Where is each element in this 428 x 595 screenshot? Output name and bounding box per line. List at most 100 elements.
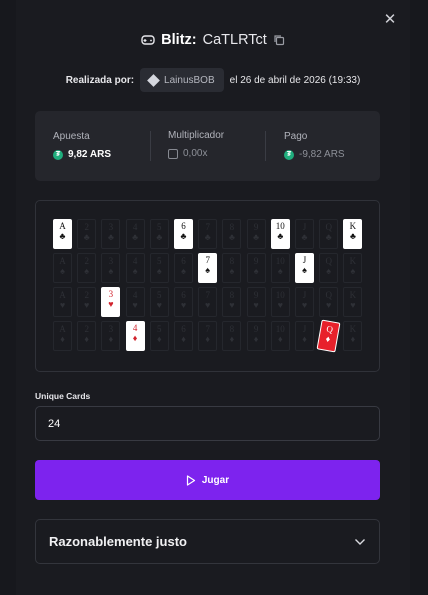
card-suit-icon: ♥ bbox=[326, 300, 332, 310]
card-suit-icon: ♠ bbox=[302, 265, 307, 275]
game-name: Blitz: bbox=[161, 32, 197, 48]
bet-meta: Realizada por: LainusBOB el 26 de abril … bbox=[16, 68, 410, 92]
chevron-down-icon bbox=[355, 538, 365, 545]
play-button-label: Jugar bbox=[201, 474, 230, 486]
card-slot: 5 ♣ bbox=[149, 219, 169, 249]
card-suit-icon: ♦ bbox=[325, 333, 332, 345]
card-suit-icon: ♣ bbox=[301, 232, 308, 242]
card-slot: Q ♥ bbox=[319, 287, 339, 317]
card-slot: 3 ♦ bbox=[101, 321, 121, 351]
card-suit-icon: ♣ bbox=[132, 232, 139, 242]
user-pill[interactable]: LainusBOB bbox=[140, 68, 224, 92]
card-slot: 5 ♦ bbox=[149, 321, 169, 351]
card-suit-icon: ♦ bbox=[302, 334, 307, 344]
card-suit-icon: ♥ bbox=[108, 299, 114, 309]
card-suit-icon: ♣ bbox=[325, 232, 332, 242]
card-suit-icon: ♠ bbox=[253, 266, 259, 276]
username: LainusBOB bbox=[164, 74, 215, 86]
played-by-label: Realizada por: bbox=[65, 74, 135, 86]
card-suit-icon: ♣ bbox=[83, 232, 90, 242]
card-suit-icon: ♥ bbox=[350, 300, 356, 310]
card-suit-icon: ♥ bbox=[277, 300, 283, 310]
gamepad-icon bbox=[141, 35, 155, 45]
card-slot: 7 ♦ bbox=[198, 321, 218, 351]
card-slot: 6 ♥ bbox=[174, 287, 193, 317]
card-suit-icon: ♠ bbox=[277, 266, 283, 276]
card-slot: 6 ♦ bbox=[174, 321, 193, 351]
card-slot: 5 ♥ bbox=[149, 287, 169, 317]
card-slot: 2 ♦ bbox=[77, 321, 97, 351]
card-slot: A ♠ bbox=[53, 253, 72, 283]
card-slot: J ♣ bbox=[295, 219, 314, 249]
card-suit-icon: ♣ bbox=[253, 232, 260, 242]
card-slot: J ♥ bbox=[295, 287, 314, 317]
fairness-accordion[interactable]: Razonablemente justo bbox=[35, 519, 380, 564]
card-slot: K ♦ bbox=[343, 321, 363, 351]
card-slot: K ♥ bbox=[343, 287, 363, 317]
card-suit-icon: ♥ bbox=[253, 300, 259, 310]
card-slot: 9 ♣ bbox=[246, 219, 266, 249]
card-slot: 4 ♥ bbox=[125, 287, 145, 317]
card-slot: 5 ♠ bbox=[149, 253, 169, 283]
card-suit-icon: ♥ bbox=[205, 300, 211, 310]
card-suit-icon: ♦ bbox=[253, 334, 259, 344]
tether-icon: ₮ bbox=[53, 149, 63, 160]
card-suit-icon: ♣ bbox=[277, 231, 284, 241]
card-suit-icon: ♣ bbox=[156, 232, 163, 242]
card-suit-icon: ♣ bbox=[349, 231, 356, 241]
card-slot: 4 ♣ bbox=[125, 219, 145, 249]
card-slot: 3 ♣ bbox=[101, 219, 121, 249]
card-suit-icon: ♠ bbox=[60, 266, 65, 276]
card-suit-icon: ♠ bbox=[229, 266, 235, 276]
card-suit-icon: ♦ bbox=[205, 334, 210, 344]
card-suit-icon: ♥ bbox=[84, 300, 90, 310]
card-slot: 4 ♠ bbox=[125, 253, 145, 283]
card-slot: 6 ♠ bbox=[174, 253, 193, 283]
stat-bet-value: 9,82 ARS bbox=[68, 149, 111, 160]
stat-multiplier-value: 0,00x bbox=[183, 148, 208, 159]
card-slot: 9 ♠ bbox=[246, 253, 266, 283]
user-rank-icon bbox=[147, 73, 160, 87]
bet-date: el 26 de abril de 2026 (19:33) bbox=[229, 74, 361, 86]
card-slot: 2 ♠ bbox=[77, 253, 97, 283]
card-suit-icon: ♠ bbox=[205, 265, 211, 275]
stat-payout: Pago ₮ -9,82 ARS bbox=[284, 131, 345, 160]
divider bbox=[265, 131, 266, 161]
bet-code: CaTLRTct bbox=[202, 32, 267, 48]
stat-payout-value: -9,82 ARS bbox=[299, 149, 345, 160]
card-slot: 2 ♣ bbox=[77, 219, 97, 249]
card-revealed: 10 ♣ bbox=[270, 219, 290, 249]
card-slot: Q ♣ bbox=[319, 219, 339, 249]
card-suit-icon: ♦ bbox=[229, 334, 235, 344]
card-board: A ♣ 2 ♣ 3 ♣ 4 ♣ 5 ♣ 6 ♣ 7 ♣ 8 ♣ 9 ♣ 10 ♣ J ♣ Q ♣ K ♣ A ♠ 2 ♠ 3 ♠ 4 ♠ 5 ♠ 6 ♠ 7… bbox=[35, 200, 380, 372]
bet-details-modal: ✕ Blitz: CaTLRTct Realizada por: LainusB… bbox=[16, 0, 410, 595]
close-icon[interactable]: ✕ bbox=[382, 12, 398, 28]
card-slot: A ♦ bbox=[53, 321, 72, 351]
card-revealed: 6 ♣ bbox=[174, 219, 193, 249]
card-slot: 10 ♠ bbox=[270, 253, 290, 283]
card-slot: J ♦ bbox=[295, 321, 314, 351]
stat-multiplier-label: Multiplicador bbox=[168, 130, 225, 141]
card-slot: 10 ♥ bbox=[270, 287, 290, 317]
card-revealed: 4 ♦ bbox=[125, 321, 145, 351]
card-revealed: K ♣ bbox=[343, 219, 363, 249]
divider bbox=[150, 131, 151, 161]
card-slot: 9 ♥ bbox=[246, 287, 266, 317]
card-suit-icon: ♠ bbox=[132, 266, 138, 276]
copy-icon[interactable] bbox=[273, 34, 285, 46]
card-slot: K ♠ bbox=[343, 253, 363, 283]
card-suit-icon: ♠ bbox=[156, 266, 162, 276]
card-slot: Q ♠ bbox=[319, 253, 339, 283]
card-suit-icon: ♠ bbox=[181, 266, 186, 276]
card-suit-icon: ♥ bbox=[180, 300, 187, 310]
card-slot: 8 ♠ bbox=[222, 253, 242, 283]
play-button[interactable]: Jugar bbox=[35, 460, 380, 500]
card-suit-icon: ♥ bbox=[132, 300, 138, 310]
play-icon bbox=[186, 474, 195, 486]
card-revealed: 7 ♠ bbox=[198, 253, 218, 283]
card-suit-icon: ♠ bbox=[350, 266, 356, 276]
card-suit-icon: ♦ bbox=[132, 333, 138, 343]
modal-title: Blitz: CaTLRTct bbox=[16, 30, 410, 50]
card-slot: 2 ♥ bbox=[77, 287, 97, 317]
unique-cards-field[interactable]: 24 bbox=[35, 406, 380, 441]
